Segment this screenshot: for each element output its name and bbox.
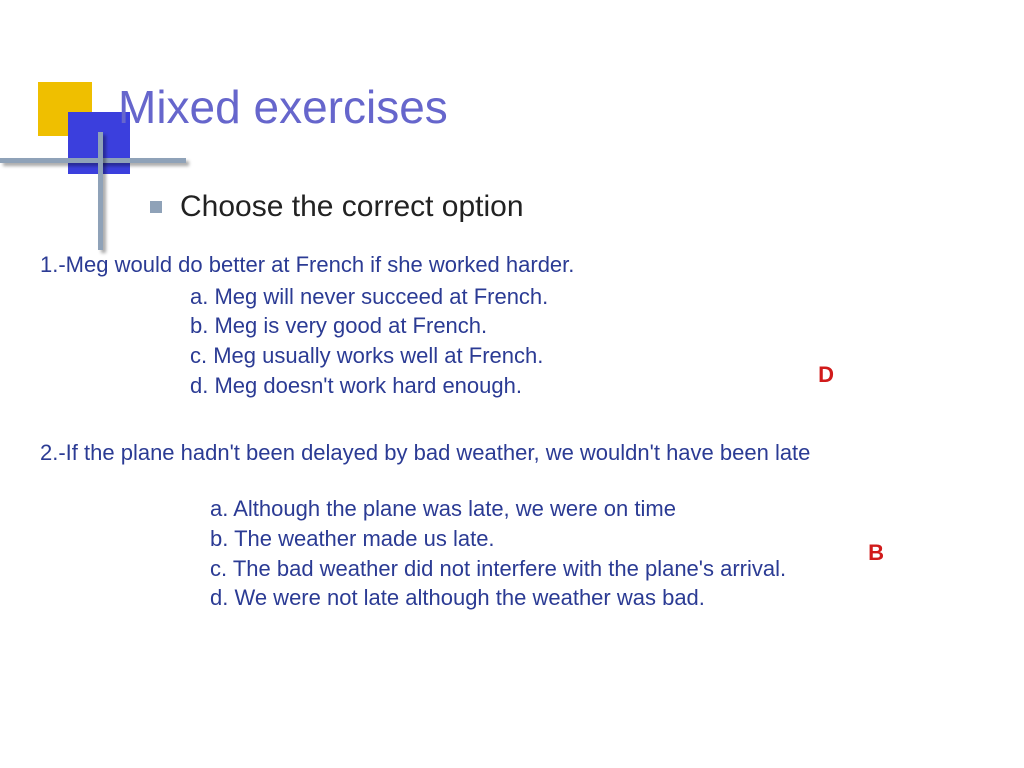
subtitle-row: Choose the correct option	[150, 190, 524, 224]
question-2-option-a: a. Although the plane was late, we were …	[210, 494, 994, 524]
question-2-answer: B	[868, 540, 884, 566]
question-1-option-c: c. Meg usually works well at French.	[190, 341, 994, 371]
question-1-stem: 1.-Meg would do better at French if she …	[40, 250, 994, 280]
slide-title: Mixed exercises	[118, 80, 448, 134]
subtitle-text: Choose the correct option	[180, 190, 524, 224]
question-1-option-d: d. Meg doesn't work hard enough.	[190, 371, 994, 401]
decor-vertical-line	[98, 132, 103, 250]
question-2-stem: 2.-If the plane hadn't been delayed by b…	[40, 438, 994, 468]
decor-horizontal-line	[0, 158, 186, 163]
question-1-options: a. Meg will never succeed at French. b. …	[190, 282, 994, 401]
slide-content: 1.-Meg would do better at French if she …	[40, 250, 994, 613]
question-2: 2.-If the plane hadn't been delayed by b…	[40, 438, 994, 612]
question-1-option-b: b. Meg is very good at French.	[190, 311, 994, 341]
question-1-option-a: a. Meg will never succeed at French.	[190, 282, 994, 312]
bullet-icon	[150, 201, 162, 213]
question-2-option-d: d. We were not late although the weather…	[210, 583, 994, 613]
question-1-answer: D	[818, 362, 834, 388]
